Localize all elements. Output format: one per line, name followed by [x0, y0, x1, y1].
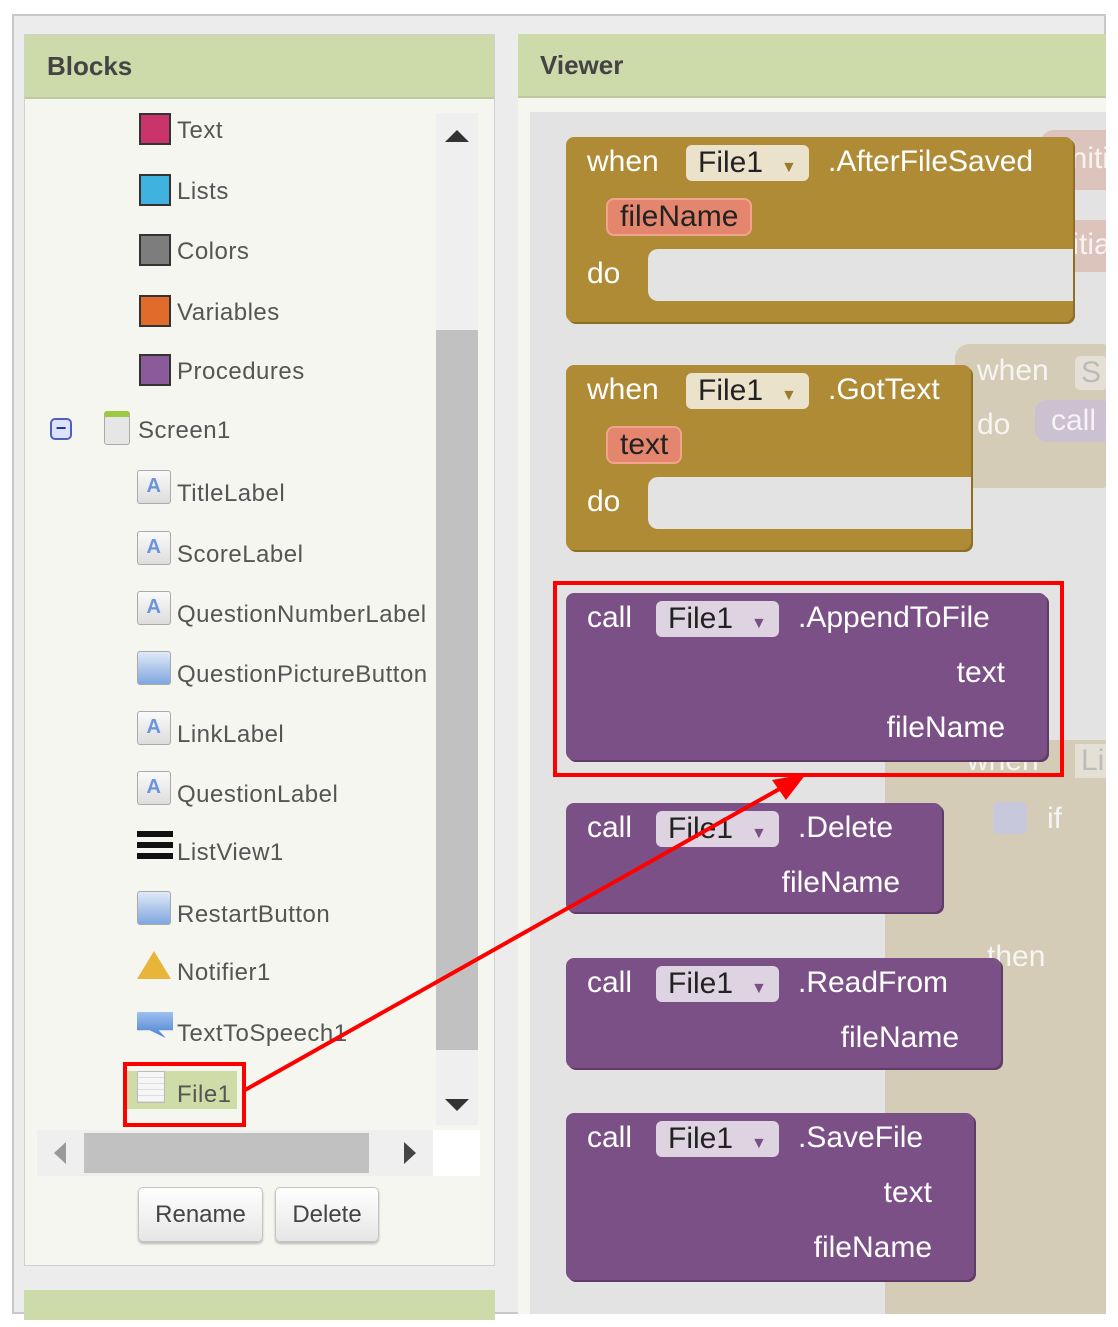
arrow-head-icon: [772, 774, 806, 800]
arrow-line: [244, 781, 791, 1092]
annotation-arrow: [244, 774, 806, 1092]
